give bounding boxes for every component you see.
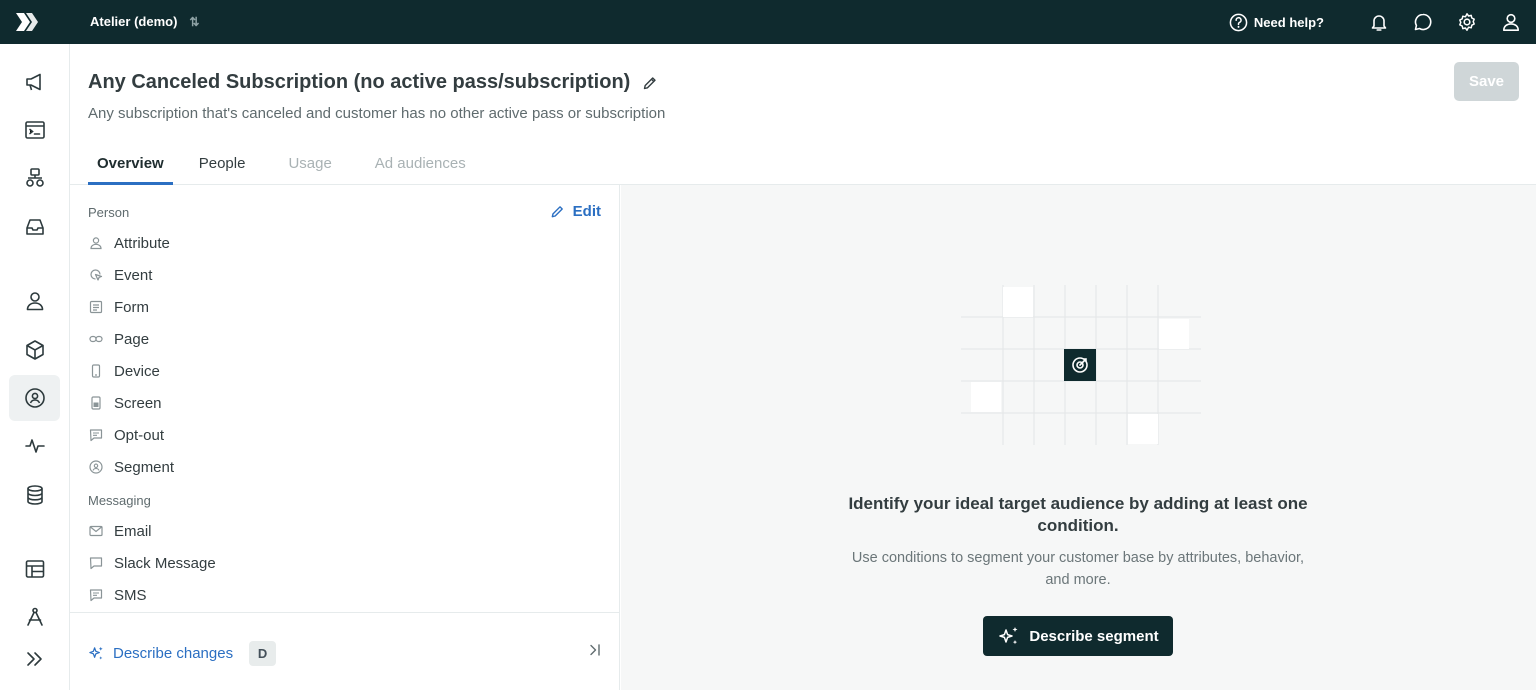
collapse-panel-icon[interactable]	[588, 643, 602, 662]
condition-label: Attribute	[114, 234, 170, 252]
edit-button[interactable]: Edit	[550, 203, 601, 220]
condition-label: SMS	[114, 586, 147, 604]
terminal-icon[interactable]	[9, 107, 60, 153]
help-circle-icon	[1229, 13, 1248, 31]
top-bar: Atelier (demo) ⇅ Need help?	[0, 0, 1536, 44]
describe-segment-button[interactable]: Describe segment	[983, 616, 1173, 656]
save-button[interactable]: Save	[1454, 62, 1519, 101]
message-icon	[88, 427, 104, 443]
condition-label: Segment	[114, 458, 175, 476]
messaging-section-label: Messaging	[88, 493, 151, 508]
panel-footer: Describe changes D	[70, 612, 620, 690]
condition-page[interactable]: Page	[88, 329, 149, 349]
inbox-icon[interactable]	[9, 204, 60, 250]
pencil-icon[interactable]	[642, 75, 658, 91]
describe-changes-label: Describe changes	[113, 645, 234, 662]
cube-icon[interactable]	[9, 327, 60, 373]
pencil-icon	[551, 206, 563, 218]
segment-canvas: Identify your ideal target audience by a…	[621, 185, 1536, 690]
user-account-icon[interactable]	[1500, 11, 1522, 33]
megaphone-icon[interactable]	[9, 59, 60, 105]
gear-icon[interactable]	[1456, 11, 1478, 33]
workspace-switcher[interactable]: Atelier (demo) ⇅	[90, 14, 199, 29]
condition-label: Event	[114, 266, 153, 284]
describe-changes-button[interactable]: Describe changes D	[88, 641, 277, 666]
tab-bar: Overview People Usage Ad audiences	[88, 149, 488, 185]
workspace-name: Atelier (demo)	[90, 14, 178, 29]
chevron-up-down-icon: ⇅	[189, 14, 200, 29]
person-icon[interactable]	[9, 278, 60, 324]
sparkle-icon	[89, 646, 103, 660]
condition-slack-message[interactable]: Slack Message	[88, 553, 216, 573]
page-title: Any Canceled Subscription (no active pas…	[88, 71, 658, 94]
condition-label: Slack Message	[114, 554, 216, 572]
segments-icon[interactable]	[9, 375, 60, 421]
bell-icon[interactable]	[1368, 11, 1390, 33]
phone-icon	[88, 363, 104, 379]
activity-pulse-icon[interactable]	[9, 423, 60, 469]
tab-ad-audiences: Ad audiences	[374, 155, 466, 172]
chat-bubble-icon	[88, 587, 104, 603]
app-logo[interactable]	[14, 11, 38, 33]
workflow-icon[interactable]	[9, 155, 60, 201]
segment-icon	[88, 459, 104, 475]
condition-event[interactable]: Event	[88, 265, 152, 285]
empty-state-illustration	[961, 285, 1201, 445]
empty-state-subtitle: Use conditions to segment your customer …	[851, 550, 1305, 588]
condition-segment[interactable]: Segment	[88, 457, 174, 477]
tab-overview[interactable]: Overview	[88, 149, 173, 185]
conditions-panel: Person Edit Attribute Event Form Page De…	[70, 185, 620, 690]
condition-label: Opt-out	[114, 426, 165, 444]
form-icon	[88, 299, 104, 315]
edit-label: Edit	[572, 203, 601, 220]
condition-label: Email	[114, 522, 152, 540]
expand-double-chevron-icon[interactable]	[9, 636, 60, 682]
screen-icon	[88, 395, 104, 411]
table-layout-icon[interactable]	[9, 546, 60, 592]
cursor-click-icon	[88, 267, 104, 283]
compass-drafting-icon[interactable]	[9, 594, 60, 640]
person-icon	[88, 235, 104, 251]
condition-sms[interactable]: SMS	[88, 585, 147, 605]
help-button[interactable]: Need help?	[1229, 13, 1324, 32]
link-icon	[88, 331, 104, 347]
condition-label: Form	[114, 298, 149, 316]
tab-people[interactable]: People	[190, 149, 255, 185]
chat-bubble-icon	[88, 555, 104, 571]
page-header: Any Canceled Subscription (no active pas…	[70, 44, 1536, 185]
describe-segment-label: Describe segment	[1029, 627, 1159, 645]
condition-form[interactable]: Form	[88, 297, 149, 317]
envelope-icon	[88, 523, 104, 539]
left-nav	[0, 44, 70, 690]
condition-label: Screen	[114, 394, 162, 412]
sparkle-icon	[999, 627, 1018, 645]
tab-usage: Usage	[288, 155, 332, 172]
segment-description: Any subscription that's canceled and cus…	[88, 105, 666, 122]
segment-title: Any Canceled Subscription (no active pas…	[88, 71, 631, 93]
condition-email[interactable]: Email	[88, 521, 152, 541]
chat-icon[interactable]	[1412, 11, 1434, 33]
condition-label: Page	[114, 330, 150, 348]
person-section-label: Person	[88, 205, 130, 220]
condition-label: Device	[114, 362, 160, 380]
empty-state-title: Identify your ideal target audience by a…	[848, 494, 1308, 535]
database-icon[interactable]	[9, 472, 60, 518]
condition-screen[interactable]: Screen	[88, 393, 162, 413]
condition-attribute[interactable]: Attribute	[88, 233, 170, 253]
condition-device[interactable]: Device	[88, 361, 160, 381]
condition-opt-out[interactable]: Opt-out	[88, 425, 164, 445]
help-label: Need help?	[1253, 14, 1324, 30]
keyboard-shortcut-badge: D	[249, 641, 277, 666]
